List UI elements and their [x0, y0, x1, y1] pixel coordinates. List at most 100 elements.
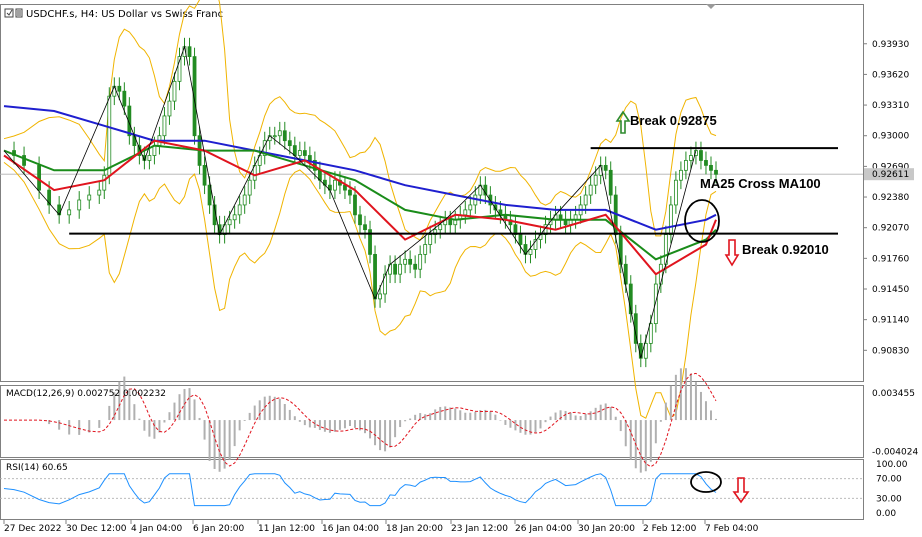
price-tick-label: 0.90830: [872, 346, 909, 356]
break-down-label: Break 0.92010: [742, 242, 829, 257]
price-tick-label: 0.93930: [872, 40, 909, 50]
candle-body: [673, 179, 678, 206]
time-tick-label: 6 Jan 20:00: [193, 524, 245, 534]
candle-body: [147, 155, 152, 161]
candle-body: [583, 194, 588, 206]
candle-body: [122, 90, 127, 107]
time-axis: 27 Dec 2022 30 Dec 12:00 4 Jan 04:00 6 Jan …: [3, 520, 759, 534]
candle-body: [438, 224, 443, 231]
candle-body: [353, 194, 357, 216]
price-tick-label: 0.93620: [872, 70, 909, 80]
candle-body: [608, 169, 613, 196]
candle-body: [102, 174, 107, 191]
candle-body: [292, 145, 297, 156]
candle-body: [658, 263, 663, 285]
time-tick-label: 30 Jan 20:00: [578, 524, 635, 534]
time-tick-label: 27 Dec 2022: [4, 524, 62, 534]
time-tick-label: 16 Jan 04:00: [322, 524, 379, 534]
symbol-title: USDCHF.s, H4: US Dollar vs Swiss Franc: [26, 9, 223, 20]
candle-body: [518, 234, 523, 245]
candle-body: [653, 283, 658, 325]
candle-body: [378, 293, 382, 300]
candle-body: [132, 135, 137, 147]
candle-body: [167, 100, 172, 117]
candle-body: [297, 150, 302, 156]
candle-body: [383, 273, 387, 295]
candle-body: [187, 46, 192, 58]
trading-chart[interactable]: USDCHF.s, H4: US Dollar vs Swiss Franc 0…: [0, 0, 922, 537]
candle-body: [393, 263, 397, 275]
candle-body: [684, 160, 688, 171]
rsi-tick-label: 70.00: [876, 475, 902, 485]
time-tick-label: 23 Jan 12:00: [451, 524, 508, 534]
candle-body: [403, 258, 408, 265]
candle-body: [418, 253, 423, 270]
macd-title: MACD(12,26,9) 0.002752 0.002232: [6, 389, 166, 399]
candle-body: [242, 194, 247, 206]
rsi-panel-frame: [0, 459, 864, 520]
candle-body: [67, 209, 72, 216]
candle-body: [463, 209, 468, 216]
candle-body: [358, 214, 362, 226]
time-tick-label: 26 Jan 04:00: [515, 524, 572, 534]
candle-body: [468, 204, 473, 211]
candle-body: [373, 253, 377, 300]
candle-body: [37, 164, 41, 191]
candle-body: [448, 219, 453, 226]
time-tick-label: 2 Feb 12:00: [643, 524, 697, 534]
candle-body: [302, 150, 307, 156]
candle-body: [237, 204, 242, 216]
candle-body: [689, 155, 693, 161]
current-price-label: 0.92611: [872, 170, 909, 180]
macd-tick-label: 0.003455: [872, 389, 915, 399]
candle-body: [282, 130, 287, 142]
candle-body: [668, 204, 673, 236]
candle-body: [648, 323, 653, 344]
break-up-label: Break 0.92875: [630, 113, 717, 128]
candle-body: [714, 169, 718, 175]
candle-body: [247, 179, 252, 196]
main-panel-frame: [0, 4, 864, 382]
price-tick-label: 0.93310: [872, 101, 909, 111]
candle-body: [162, 115, 167, 137]
candle-body: [307, 155, 312, 161]
candle-body: [77, 199, 82, 211]
price-tick-label: 0.93000: [872, 132, 909, 142]
candle-body: [172, 80, 177, 102]
candle-body: [117, 85, 122, 92]
candle-body: [277, 130, 282, 137]
time-tick-label: 4 Jan 04:00: [131, 524, 183, 534]
candle-body: [272, 135, 277, 138]
candle-body: [287, 140, 292, 147]
candle-body: [348, 189, 352, 196]
candle-body: [22, 155, 26, 166]
candle-body: [603, 164, 608, 171]
candle-body: [232, 214, 237, 221]
price-axis: 0.939300.936200.933100.930000.926900.923…: [863, 40, 914, 356]
candle-body: [408, 258, 413, 265]
ma-cross-label: MA25 Cross MA100: [700, 176, 821, 191]
symbol-header: USDCHF.s, H4: US Dollar vs Swiss Franc: [4, 8, 223, 20]
candle-body: [423, 244, 428, 255]
rsi-tick-label: 0.00: [876, 509, 896, 519]
time-tick-label: 30 Dec 12:00: [66, 524, 127, 534]
price-tick-label: 0.91140: [872, 316, 909, 326]
candle-body: [704, 160, 708, 166]
candle-body: [87, 194, 92, 201]
time-tick-label: 7 Feb 04:00: [705, 524, 759, 534]
candle-body: [679, 169, 683, 181]
time-tick-label: 18 Jan 20:00: [386, 524, 443, 534]
candle-body: [97, 189, 102, 196]
candle-body: [202, 164, 207, 186]
rsi-title: RSI(14) 60.65: [6, 463, 68, 473]
rsi-tick-label: 100.00: [876, 460, 908, 470]
candle-body: [643, 342, 648, 359]
candle-body: [709, 164, 713, 171]
candle-body: [528, 249, 533, 255]
candle-body: [428, 234, 433, 245]
candle-body: [699, 150, 703, 161]
price-tick-label: 0.92070: [872, 224, 909, 234]
time-tick-label: 11 Jan 12:00: [258, 524, 315, 534]
candle-body: [333, 179, 337, 191]
candle-body: [227, 219, 232, 226]
